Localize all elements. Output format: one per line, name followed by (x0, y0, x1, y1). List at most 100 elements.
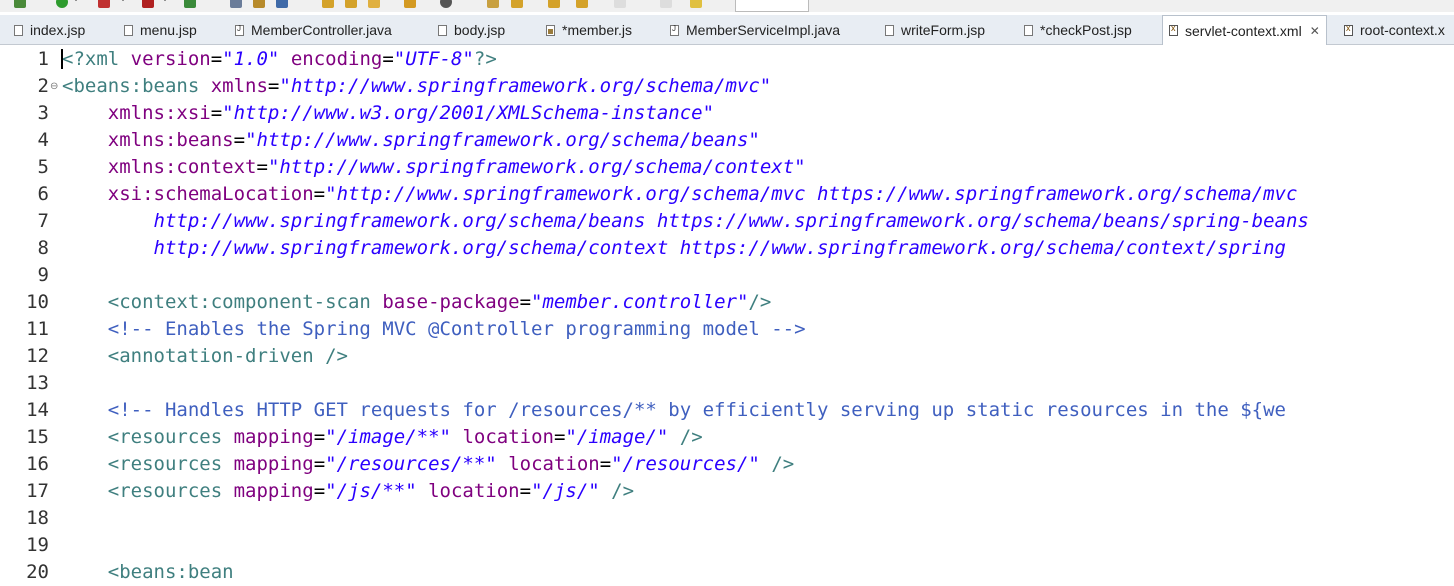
open-folder-icon[interactable] (322, 0, 334, 8)
open-task-icon[interactable] (368, 0, 380, 8)
line-number: 13 (26, 372, 49, 394)
code-token: /> (599, 480, 635, 502)
back-icon[interactable] (548, 0, 560, 8)
code-token: xsi:schemaLocation (107, 183, 314, 205)
code-token: "http://www.springframework.org/schema/b… (245, 129, 760, 151)
overview-ruler (0, 45, 19, 566)
tab-index-jsp[interactable]: index.jsp (14, 17, 85, 43)
code-line[interactable]: <resources mapping="/image/**" location=… (62, 424, 703, 451)
tab-membercontroller-java[interactable]: MemberController.java (235, 17, 392, 43)
code-token: xmlns:context (107, 156, 257, 178)
perspective-combo[interactable] (735, 0, 809, 12)
deploy-icon[interactable] (184, 0, 196, 8)
xml-file-icon (1344, 23, 1353, 36)
close-icon[interactable]: ✕ (1310, 24, 1320, 38)
tab-member-js[interactable]: *member.js (546, 17, 632, 43)
tab-checkpost-jsp[interactable]: *checkPost.jsp (1024, 17, 1132, 43)
line-number: 6 (37, 183, 49, 205)
chevron-down-icon[interactable] (120, 0, 126, 1)
code-token: mapping (233, 426, 314, 448)
code-line[interactable]: <beans:beans xmlns="http://www.springfra… (62, 73, 771, 100)
code-line[interactable]: <resources mapping="/js/**" location="/j… (62, 478, 634, 505)
code-token: http://www.springframework.org/schema/co… (62, 237, 1286, 259)
line-number: 1 (37, 48, 49, 70)
line-number: 11 (26, 318, 49, 340)
code-token: <beans:beans (62, 75, 211, 97)
code-token: = (382, 48, 394, 70)
line-number: 2 (37, 75, 49, 97)
tab-servlet-context-xml[interactable]: servlet-context.xml ✕ (1162, 15, 1327, 45)
code-line[interactable]: xsi:schemaLocation="http://www.springfra… (62, 181, 1298, 208)
text-caret (61, 49, 63, 69)
code-token: <annotation-driven /> (107, 345, 348, 367)
code-token: "/js/**" (325, 480, 417, 502)
code-token: xmlns:beans (107, 129, 234, 151)
new-package-icon[interactable] (230, 0, 242, 8)
nav-forward-icon[interactable] (614, 0, 626, 8)
jsp-file-icon (14, 24, 23, 36)
tab-body-jsp[interactable]: body.jsp (438, 17, 505, 43)
line-number: 9 (37, 264, 49, 286)
code-line[interactable]: xmlns:beans="http://www.springframework.… (62, 127, 760, 154)
xml-editor[interactable]: 1 2 3 4 5 6 7 8 9 10 11 12 13 14 15 16 17 18 19 20 ⊖ <?xml v… (0, 45, 1454, 583)
new-interface-icon[interactable] (276, 0, 288, 8)
code-line[interactable]: <context:component-scan base-package="me… (62, 289, 772, 316)
code-token: "/js/" (531, 480, 600, 502)
editor-tab-bar: index.jsp menu.jsp MemberController.java… (0, 15, 1454, 45)
code-line[interactable]: <!-- Handles HTTP GET requests for /reso… (62, 397, 1286, 424)
open-type-icon[interactable] (345, 0, 357, 8)
code-line[interactable]: <annotation-driven /> (62, 343, 348, 370)
code-token: = (210, 48, 223, 70)
code-token: = (313, 480, 326, 502)
tab-label: *checkPost.jsp (1040, 22, 1132, 38)
next-annotation-icon[interactable] (511, 0, 523, 8)
code-line[interactable]: xmlns:xsi="http://www.w3.org/2001/XMLSch… (62, 100, 714, 127)
code-line[interactable]: <beans:bean (62, 559, 234, 586)
code-token: "http://www.w3.org/2001/XMLSchema-instan… (222, 102, 715, 124)
edit-icon[interactable] (690, 0, 702, 8)
line-number: 8 (37, 237, 49, 259)
fold-toggle-icon[interactable]: ⊖ (50, 73, 58, 100)
code-token: <!-- Handles HTTP GET requests for /reso… (107, 399, 1286, 421)
new-class-icon[interactable] (253, 0, 265, 8)
tab-root-context-xml[interactable]: root-context.x (1344, 17, 1445, 43)
code-token: "/image/" (565, 426, 669, 448)
server-icon[interactable] (142, 0, 154, 8)
xml-file-icon (1169, 23, 1178, 36)
code-line[interactable]: xmlns:context="http://www.springframewor… (62, 154, 806, 181)
line-number: 17 (26, 480, 49, 502)
run-icon[interactable] (56, 0, 68, 8)
code-line[interactable]: <?xml version="1.0" encoding="UTF-8"?> (62, 46, 497, 73)
code-token: "/resources/" (611, 453, 760, 475)
tab-writeform-jsp[interactable]: writeForm.jsp (885, 17, 985, 43)
search-icon[interactable] (404, 0, 416, 8)
code-token: <context:component-scan (107, 291, 383, 313)
code-line[interactable]: http://www.springframework.org/schema/be… (62, 208, 1309, 235)
code-line[interactable]: http://www.springframework.org/schema/co… (62, 235, 1286, 262)
code-token: xmlns (210, 75, 268, 97)
debug-icon[interactable] (14, 0, 26, 8)
chevron-down-icon[interactable] (73, 0, 79, 1)
tab-menu-jsp[interactable]: menu.jsp (124, 17, 197, 43)
globe-icon[interactable] (440, 0, 452, 8)
tab-memberserviceimpl-java[interactable]: MemberServiceImpl.java (670, 17, 840, 43)
new-file-icon[interactable] (660, 0, 672, 8)
code-line[interactable]: <!-- Enables the Spring MVC @Controller … (62, 316, 806, 343)
stop-icon[interactable] (98, 0, 110, 8)
code-line[interactable]: <resources mapping="/resources/**" locat… (62, 451, 794, 478)
forward-icon[interactable] (576, 0, 588, 8)
line-number: 10 (26, 291, 49, 313)
chevron-down-icon[interactable] (162, 0, 168, 1)
annotation-icon[interactable] (487, 0, 499, 8)
line-number-gutter: 1 2 3 4 5 6 7 8 9 10 11 12 13 14 15 16 17 18 19 20 ⊖ (19, 45, 61, 583)
tab-label: body.jsp (454, 22, 506, 38)
code-token: <?xml (62, 48, 131, 70)
